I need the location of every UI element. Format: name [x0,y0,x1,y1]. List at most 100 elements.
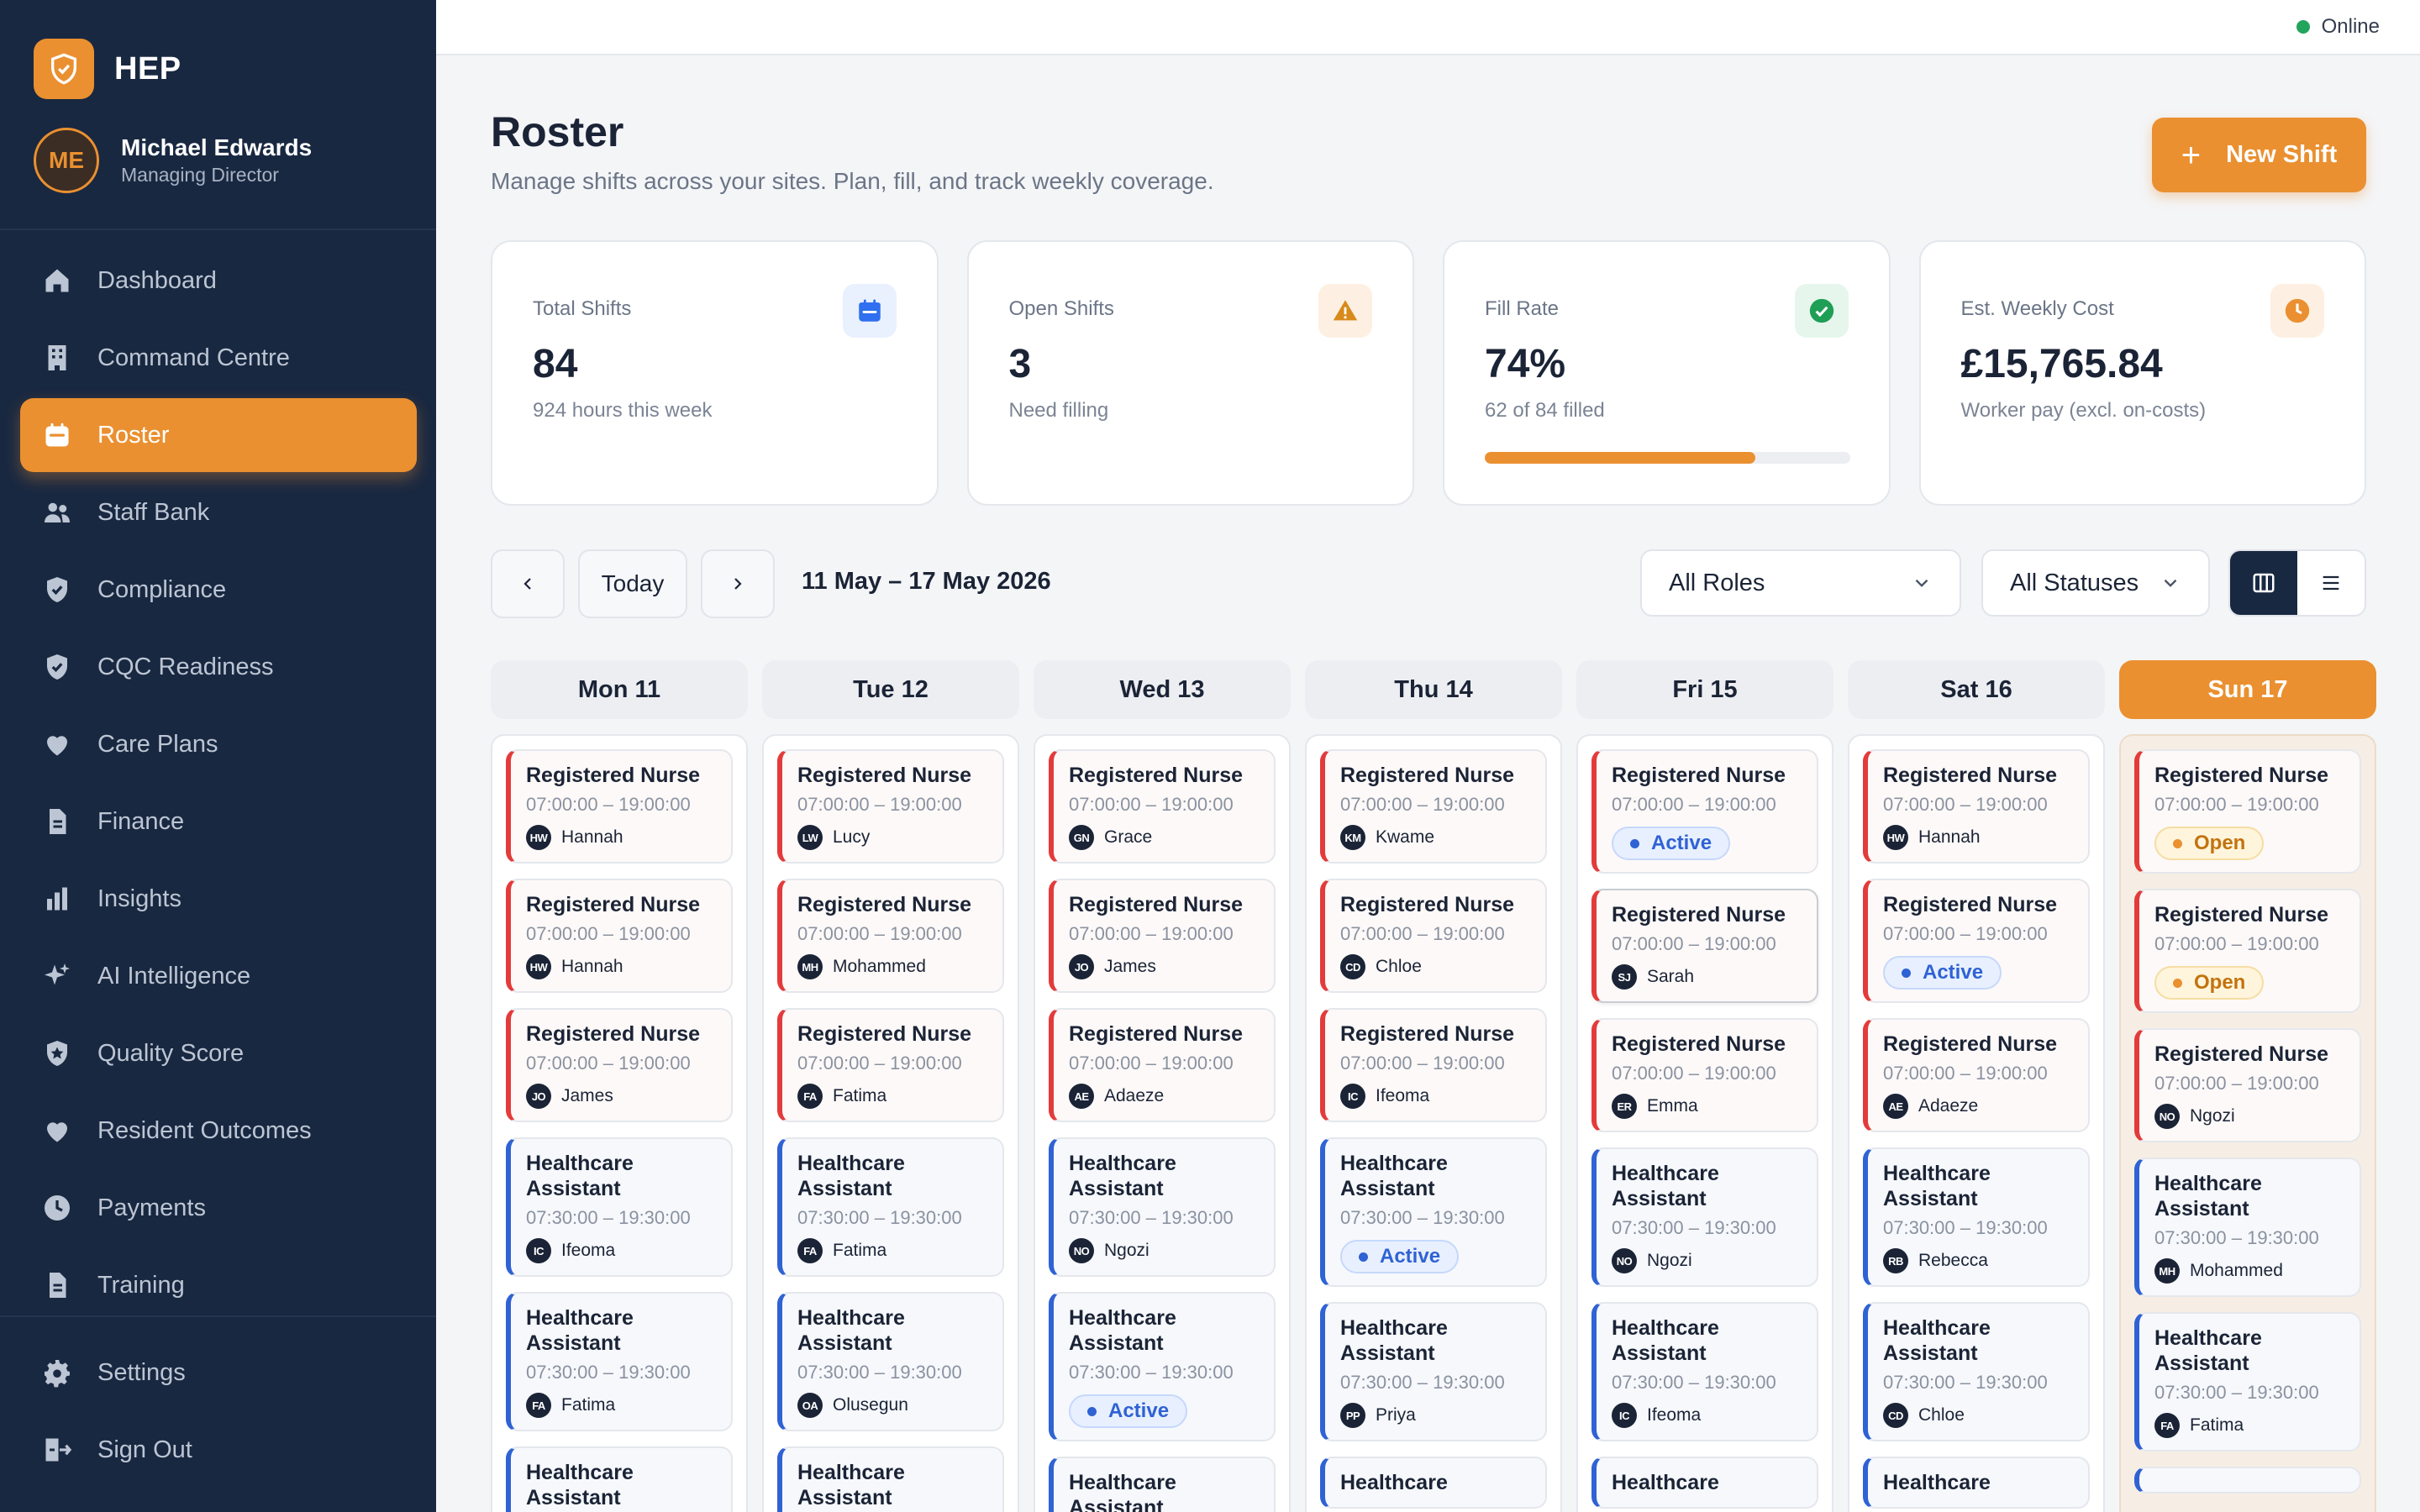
day-column: Mon 11 Registered Nurse 07:00:00 – 19:00:0… [491,660,748,1512]
shift-time: 07:30:00 – 19:30:00 [1340,1372,1505,1393]
shift-card[interactable]: Healthcare Assistant 07:30:00 – 19:30:00 M… [2134,1158,2361,1297]
shift-card[interactable]: Healthcare Assistant 07:30:00 – 19:30:00 F… [2134,1312,2361,1452]
brand[interactable]: HEP [34,39,182,99]
roster-calendar: Mon 11 Registered Nurse 07:00:00 – 19:00:0… [491,660,2376,1512]
shift-card[interactable]: Healthcare Assistant [506,1446,733,1512]
chevron-right-icon [734,578,742,590]
main-nav: Dashboard Command Centre Roster Staff Bank C… [20,244,417,1326]
shift-card[interactable]: Registered Nurse 07:00:00 – 19:00:00 Activ… [1863,879,2090,1003]
grid-view-button[interactable] [2230,551,2297,615]
worker-name: Ifeoma [1376,1086,1430,1105]
shift-card[interactable]: Registered Nurse 07:00:00 – 19:00:00 Open [2134,889,2361,1013]
new-shift-button[interactable]: + New Shift [2152,118,2366,192]
assigned-worker: IC Ifeoma [1612,1403,1803,1428]
sidebar-item-ai-intelligence[interactable]: AI Intelligence [20,939,417,1013]
shift-card[interactable]: Healthcare Assistant 07:30:00 – 19:30:00 I… [1591,1302,1818,1441]
shift-role: Registered Nurse [1883,1032,2058,1056]
worker-avatar: HW [526,825,551,850]
worker-name: Kwame [1376,827,1435,847]
divider [0,1315,436,1317]
shift-card[interactable]: Healthcare Assistant 07:30:00 – 19:30:00 R… [1863,1147,2090,1287]
worker-avatar: OA [797,1393,823,1418]
worker-avatar: JO [1069,954,1094,979]
shift-card[interactable]: Registered Nurse 07:00:00 – 19:00:00 Activ… [1591,749,1818,874]
sidebar-item-quality-score[interactable]: Quality Score [20,1016,417,1090]
shift-card[interactable]: Registered Nurse 07:00:00 – 19:00:00 Open [2134,749,2361,874]
sidebar-item-staff-bank[interactable]: Staff Bank [20,475,417,549]
assigned-worker: MH Mohammed [2154,1258,2346,1284]
sidebar-item-insights[interactable]: Insights [20,862,417,936]
shift-card[interactable]: Registered Nurse 07:00:00 – 19:00:00 CD Chl… [1320,879,1547,993]
status-badge: Active [1883,956,2002,990]
sidebar-item-dashboard[interactable]: Dashboard [20,244,417,318]
shift-card[interactable]: Healthcare Assistant 07:30:00 – 19:30:00 I… [506,1137,733,1277]
shift-card[interactable]: Registered Nurse 07:00:00 – 19:00:00 MH Moh… [777,879,1004,993]
shift-card[interactable]: Healthcare Assistant 07:30:00 – 19:30:00 P… [1320,1302,1547,1441]
sidebar-item-finance[interactable]: Finance [20,785,417,858]
day-shift-list: Registered Nurse 07:00:00 – 19:00:00 KM Kwa… [1305,734,1562,1512]
shift-card[interactable]: Registered Nurse 07:00:00 – 19:00:00 KM Kwa… [1320,749,1547,864]
sidebar-item-compliance[interactable]: Compliance [20,553,417,627]
shift-card[interactable]: Healthcare Assistant 07:30:00 – 19:30:00 N… [1049,1137,1276,1277]
shift-card[interactable]: Registered Nurse 07:00:00 – 19:00:00 LW Luc… [777,749,1004,864]
status-filter-select[interactable]: All Statuses [1981,549,2210,617]
shift-time: 07:30:00 – 19:30:00 [1883,1217,2048,1238]
day-shift-list: Registered Nurse 07:00:00 – 19:00:00 GN Gra… [1034,734,1291,1512]
shift-card[interactable]: Registered Nurse 07:00:00 – 19:00:00 JO Jam… [506,1008,733,1122]
shift-card[interactable]: Healthcare Assistant [777,1446,1004,1512]
sidebar-item-payments[interactable]: Payments [20,1171,417,1245]
shift-card[interactable]: Registered Nurse 07:00:00 – 19:00:00 NO Ngo… [2134,1028,2361,1142]
worker-avatar: NO [2154,1104,2180,1129]
worker-avatar: NO [1612,1248,1637,1273]
sidebar-item-training[interactable]: Training [20,1248,417,1322]
sidebar-item-settings[interactable]: Settings [20,1336,417,1410]
shift-role: Registered Nurse [1340,764,1515,787]
shift-time: 07:30:00 – 19:30:00 [2154,1382,2319,1403]
shift-card[interactable]: Registered Nurse 07:00:00 – 19:00:00 AE Ada… [1863,1018,2090,1132]
shift-card[interactable]: Registered Nurse 07:00:00 – 19:00:00 JO Jam… [1049,879,1276,993]
stat-value: 84 [533,342,578,386]
sidebar-item-care-plans[interactable]: Care Plans [20,707,417,781]
shift-card[interactable]: Healthcare Assistant 07:30:00 – 19:30:00 F… [777,1137,1004,1277]
shift-card[interactable]: Healthcare Assistant 07:30:00 – 19:30:00 O… [777,1292,1004,1431]
shift-card[interactable]: Healthcare [1320,1457,1547,1509]
previous-week-button[interactable] [491,549,565,618]
sidebar-item-roster[interactable]: Roster [20,398,417,472]
next-week-button[interactable] [701,549,775,618]
shift-time: 07:00:00 – 19:00:00 [1883,923,2048,944]
top-bar: Online [436,0,2420,55]
shift-card[interactable]: Healthcare Assistant 07:30:00 – 19:30:00 A… [1320,1137,1547,1287]
shift-card[interactable]: Healthcare Assistant 07:30:00 – 19:30:00 F… [506,1292,733,1431]
shift-card[interactable]: Registered Nurse 07:00:00 – 19:00:00 GN Gra… [1049,749,1276,864]
sidebar-item-resident-outcomes[interactable]: Resident Outcomes [20,1094,417,1168]
shift-card[interactable] [2134,1467,2361,1494]
shift-role: Registered Nurse [1883,764,2058,787]
shift-card[interactable]: Registered Nurse 07:00:00 – 19:00:00 AE Ada… [1049,1008,1276,1122]
sidebar-item-sign-out[interactable]: Sign Out [20,1413,417,1487]
shift-card[interactable]: Healthcare Assistant 07:30:00 – 19:30:00 N… [1591,1147,1818,1287]
today-button[interactable]: Today [578,549,687,618]
shift-card[interactable]: Healthcare Assistant [1049,1457,1276,1512]
status-dot-icon [2173,838,2182,848]
worker-name: Adaeze [1104,1086,1165,1105]
roster-toolbar: Today 11 May – 17 May 2026 All Roles All… [491,549,2366,618]
shift-card[interactable]: Registered Nurse 07:00:00 – 19:00:00 ER Emm… [1591,1018,1818,1132]
role-filter-select[interactable]: All Roles [1640,549,1961,617]
shift-card[interactable]: Registered Nurse 07:00:00 – 19:00:00 HW Han… [506,749,733,864]
shift-card[interactable]: Registered Nurse 07:00:00 – 19:00:00 HW Han… [506,879,733,993]
shift-role: Registered Nurse [797,893,972,916]
user-profile[interactable]: ME Michael Edwards Managing Director [34,128,312,193]
shift-role: Healthcare Assistant [2154,1172,2262,1221]
shift-card[interactable]: Healthcare [1863,1457,2090,1509]
shift-card[interactable]: Registered Nurse 07:00:00 – 19:00:00 FA Fat… [777,1008,1004,1122]
shift-card[interactable]: Registered Nurse 07:00:00 – 19:00:00 IC Ife… [1320,1008,1547,1122]
sidebar-item-command-centre[interactable]: Command Centre [20,321,417,395]
shift-card[interactable]: Healthcare Assistant 07:30:00 – 19:30:00 C… [1863,1302,2090,1441]
shift-card[interactable]: Registered Nurse 07:00:00 – 19:00:00 SJ Sar… [1591,889,1818,1003]
shift-card[interactable]: Registered Nurse 07:00:00 – 19:00:00 HW Han… [1863,749,2090,864]
list-view-button[interactable] [2297,551,2365,615]
shift-card[interactable]: Healthcare Assistant 07:30:00 – 19:30:00 A… [1049,1292,1276,1441]
shift-role: Registered Nurse [797,764,972,787]
sidebar-item-cqc-readiness[interactable]: CQC Readiness [20,630,417,704]
shift-card[interactable]: Healthcare [1591,1457,1818,1509]
